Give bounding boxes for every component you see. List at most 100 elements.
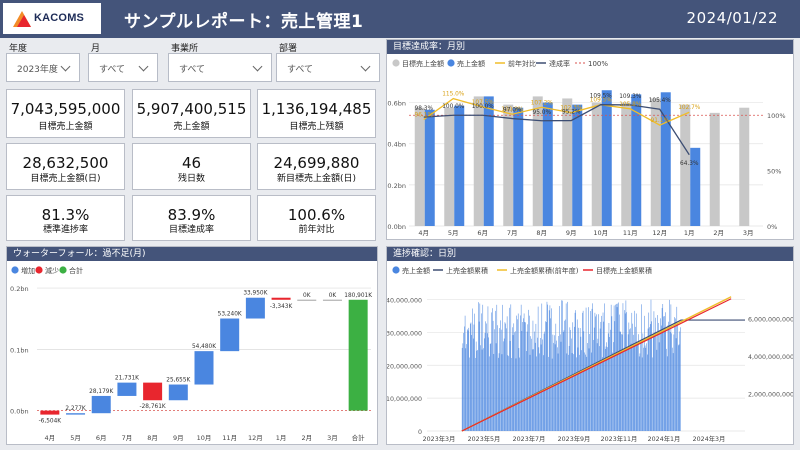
achievement-data-label: 100.0% bbox=[472, 104, 495, 110]
x-tick: 9月 bbox=[566, 229, 577, 237]
daily-sales-bar bbox=[467, 330, 469, 431]
daily-sales-bar bbox=[532, 320, 534, 431]
daily-sales-bar bbox=[652, 333, 654, 431]
daily-sales-bar bbox=[617, 303, 619, 431]
daily-sales-bar bbox=[611, 316, 613, 431]
daily-sales-bar bbox=[524, 321, 526, 431]
waterfall-chart: 増加 減少 合計0.0bn0.1bn0.2bn-6,504K4月2,277K5月28… bbox=[10, 266, 372, 442]
month-dropdown[interactable]: すべて bbox=[88, 53, 158, 82]
daily-sales-bar bbox=[594, 312, 596, 431]
daily-sales-bar bbox=[601, 315, 602, 431]
daily-sales-bar bbox=[638, 334, 639, 431]
daily-sales-bar bbox=[508, 356, 509, 431]
daily-sales-bar bbox=[656, 349, 658, 431]
daily-sales-bar bbox=[510, 304, 512, 431]
daily-sales-bar bbox=[595, 316, 596, 431]
daily-sales-bar bbox=[602, 357, 603, 431]
kpi-label: 残日数 bbox=[177, 174, 205, 184]
daily-sales-bar bbox=[646, 343, 647, 431]
dropdown-value: すべて bbox=[179, 65, 206, 75]
x-tick: 3月 bbox=[743, 229, 754, 237]
daily-sales-bar bbox=[615, 304, 616, 431]
waterfall-bar bbox=[117, 382, 137, 396]
sales-bar bbox=[424, 109, 435, 226]
daily-sales-bar bbox=[520, 315, 521, 431]
daily-sales-bar bbox=[641, 304, 642, 431]
target-bar bbox=[739, 107, 750, 226]
chevron-down-icon bbox=[252, 61, 263, 72]
y-tick-right: 100% bbox=[767, 112, 786, 120]
daily-sales-bar bbox=[584, 352, 585, 431]
daily-sales-bar bbox=[670, 304, 672, 431]
filter-department: 部署 すべて bbox=[276, 39, 380, 85]
daily-sales-bar bbox=[672, 347, 673, 431]
daily-sales-bar bbox=[667, 325, 669, 431]
x-tick: 合計 bbox=[352, 433, 366, 442]
daily-sales-bar bbox=[567, 301, 568, 431]
daily-sales-bar bbox=[660, 318, 661, 431]
daily-sales-bar bbox=[501, 354, 503, 431]
daily-sales-bar bbox=[591, 308, 593, 431]
daily-sales-bar bbox=[504, 322, 506, 431]
daily-sales-bar bbox=[675, 318, 676, 431]
daily-sales-bar bbox=[462, 343, 464, 431]
daily-sales-bar bbox=[625, 300, 627, 431]
daily-sales-bar bbox=[495, 343, 497, 431]
fiscal-year-dropdown[interactable]: 2023年度 bbox=[6, 53, 80, 82]
daily-sales-bar bbox=[543, 355, 544, 431]
y-tick-left: 40,000,000 bbox=[387, 298, 422, 305]
x-tick: 1月 bbox=[276, 434, 287, 442]
x-tick: 7月 bbox=[507, 229, 518, 237]
daily-sales-bar bbox=[481, 349, 483, 431]
daily-sales-bar bbox=[623, 352, 624, 431]
x-tick: 6月 bbox=[96, 434, 107, 442]
daily-sales-bar bbox=[575, 310, 576, 431]
department-dropdown[interactable]: すべて bbox=[276, 53, 380, 82]
office-dropdown[interactable]: すべて bbox=[168, 53, 272, 82]
daily-sales-bar bbox=[497, 325, 498, 431]
daily-sales-bar bbox=[654, 332, 655, 431]
daily-sales-bar bbox=[528, 309, 529, 431]
daily-sales-bar bbox=[664, 328, 666, 431]
daily-sales-bar bbox=[522, 322, 523, 431]
daily-sales-bar bbox=[612, 352, 613, 431]
daily-sales-bar bbox=[578, 327, 579, 431]
kpi-value: 7,043,595,000 bbox=[10, 100, 121, 118]
monthly-achievement-chart: 目標売上金額 売上金額 前年対比 達成率 100% 0.0bn 0.2bn 0.4bn 0.6b… bbox=[387, 59, 786, 237]
waterfall-bar bbox=[66, 413, 86, 415]
daily-sales-bar bbox=[659, 330, 661, 431]
panel-title: ウォーターフォール：過不足(月) bbox=[7, 247, 377, 261]
daily-sales-bar bbox=[554, 344, 556, 431]
daily-sales-bar bbox=[544, 331, 546, 431]
daily-sales-bar bbox=[465, 348, 467, 431]
daily-sales-bar bbox=[666, 356, 668, 431]
daily-sales-bar bbox=[638, 356, 640, 431]
daily-sales-bar bbox=[583, 331, 585, 431]
x-tick: 2023年7月 bbox=[513, 434, 546, 443]
x-tick: 8月 bbox=[147, 434, 158, 442]
dropdown-value: 2023年度 bbox=[17, 65, 58, 75]
daily-sales-bar bbox=[626, 312, 627, 431]
y-tick-right: 6,000,000,000 bbox=[748, 316, 793, 323]
daily-sales-bar bbox=[489, 343, 491, 431]
kacoms-logo-icon bbox=[13, 11, 31, 27]
kpi-label: 新目標売上金額(日) bbox=[276, 174, 357, 184]
daily-sales-bar bbox=[577, 347, 579, 431]
daily-sales-bar bbox=[561, 300, 562, 431]
daily-sales-bar bbox=[580, 336, 582, 431]
daily-sales-bar bbox=[610, 329, 611, 431]
daily-sales-bar bbox=[680, 327, 681, 431]
panel-title: 目標達成率：月別 bbox=[387, 40, 793, 54]
kpi-yoy: 100.6% 前年対比 bbox=[257, 195, 376, 241]
waterfall-data-label: 0K bbox=[303, 293, 311, 299]
daily-sales-bar bbox=[529, 354, 531, 431]
daily-sales-bar bbox=[498, 357, 499, 431]
daily-sales-bar bbox=[658, 322, 659, 431]
x-tick: 12月 bbox=[248, 434, 263, 442]
daily-sales-bar bbox=[574, 326, 575, 431]
daily-sales-bar bbox=[658, 342, 660, 431]
daily-sales-bar bbox=[629, 329, 630, 431]
daily-sales-bar bbox=[502, 304, 503, 431]
daily-sales-bar bbox=[538, 347, 540, 431]
daily-sales-bar bbox=[593, 327, 595, 431]
